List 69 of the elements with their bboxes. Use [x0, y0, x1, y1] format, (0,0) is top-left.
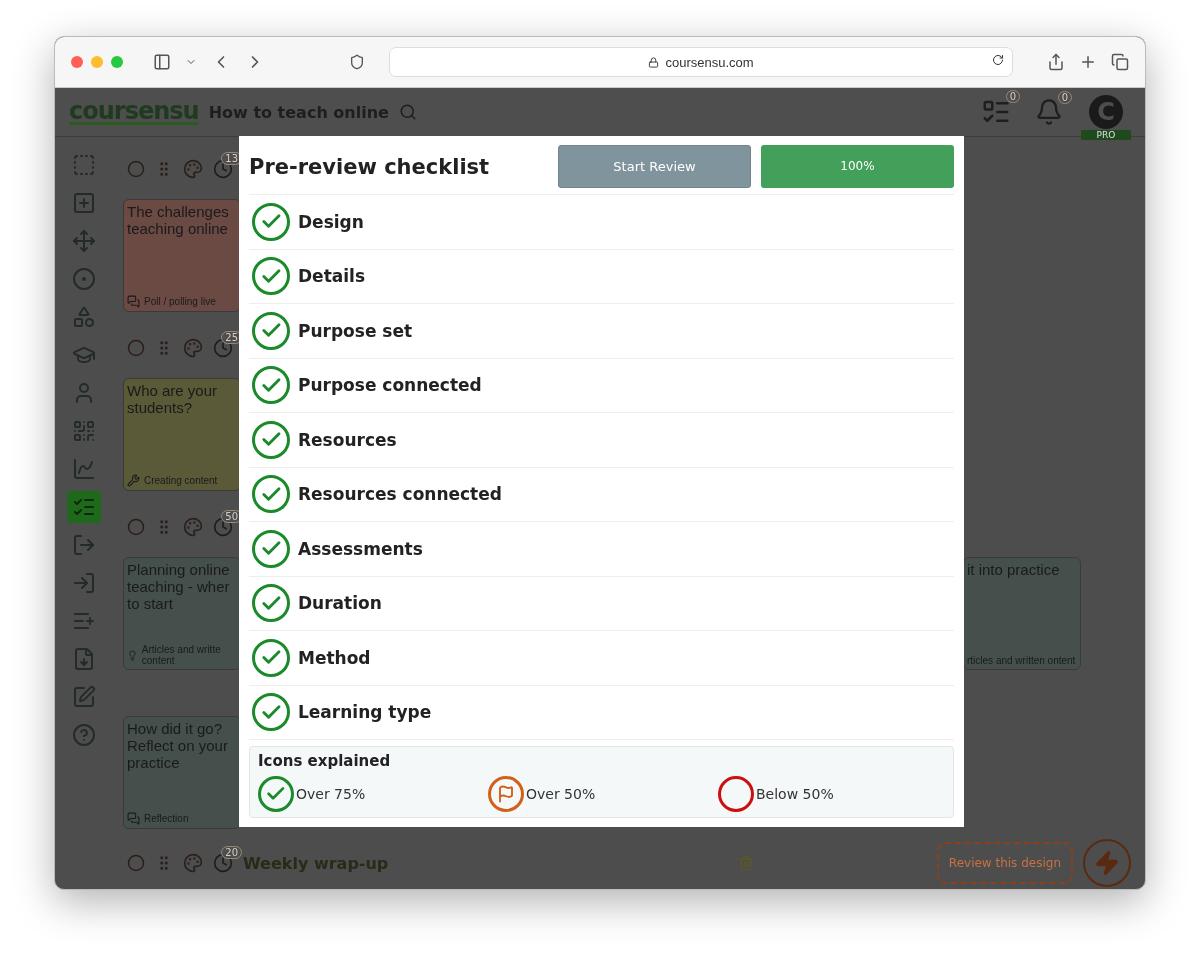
checklist-label: Purpose set — [298, 320, 413, 341]
check-circle-icon — [252, 638, 290, 677]
checklist-label: Learning type — [298, 702, 432, 723]
check-circle-icon — [252, 202, 290, 241]
check-circle-icon — [252, 584, 290, 623]
duration-badge: 20 — [221, 846, 242, 859]
close-button[interactable] — [71, 56, 83, 68]
activity-card[interactable]: Who are your students? Creating content — [123, 378, 241, 491]
radio-icon[interactable] — [127, 339, 145, 357]
share-icon[interactable] — [1047, 53, 1065, 71]
check-circle-icon — [252, 475, 290, 514]
minimize-button[interactable] — [91, 56, 103, 68]
chat-icon — [127, 295, 140, 308]
check-circle-icon — [252, 257, 290, 296]
start-review-button[interactable]: Start Review — [558, 145, 751, 188]
legend-title: Icons explained — [258, 752, 392, 770]
check-circle-icon — [252, 420, 290, 459]
legend-label: Over 50% — [526, 786, 596, 802]
checklist-label: Duration — [298, 593, 382, 614]
palette-icon[interactable] — [183, 159, 203, 179]
flag-circle-icon — [488, 776, 524, 812]
progress-label: 100% — [839, 159, 876, 173]
checklist-label: Method — [298, 647, 371, 668]
check-circle-icon — [252, 311, 290, 350]
checklist-label: Assessments — [298, 538, 423, 559]
wrench-icon — [127, 474, 140, 487]
zoom-button[interactable] — [111, 56, 123, 68]
checklist-label: Resources — [298, 429, 397, 450]
lightning-icon[interactable] — [1094, 850, 1120, 876]
dialog-title: Pre-review checklist — [249, 154, 490, 179]
search-icon[interactable] — [398, 103, 417, 121]
check-circle-icon — [258, 776, 294, 812]
card-category: Creating content — [144, 475, 218, 486]
notification-badge: 0 — [1057, 91, 1072, 104]
reload-icon[interactable] — [992, 54, 1004, 66]
checklist-label: Resources connected — [298, 484, 502, 505]
lightning-button[interactable] — [1083, 839, 1131, 887]
card-title: Who are your students? — [127, 382, 219, 416]
checklist-label: Details — [298, 266, 365, 287]
shield-icon[interactable] — [349, 54, 365, 70]
palette-icon[interactable] — [183, 517, 203, 537]
check-circle-icon — [252, 529, 290, 568]
card-title: The challenges teaching online — [127, 203, 230, 237]
legend-label: Over 75% — [296, 786, 366, 802]
radio-icon[interactable] — [127, 160, 145, 178]
new-tab-icon[interactable] — [1079, 53, 1097, 71]
card-category: Poll / polling live — [144, 296, 216, 307]
bell-icon[interactable] — [1035, 98, 1063, 126]
radio-icon[interactable] — [127, 854, 145, 872]
chat-icon — [127, 812, 140, 825]
legend-label: Below 50% — [756, 786, 834, 802]
review-button[interactable]: Review this design — [936, 842, 1073, 884]
checklist-label: Design — [298, 211, 364, 232]
checklist-label: Purpose connected — [298, 375, 482, 396]
check-circle-icon — [252, 693, 290, 732]
tabs-icon[interactable] — [1111, 53, 1129, 71]
list-badge: 0 — [1005, 90, 1020, 103]
trash-icon[interactable] — [738, 855, 755, 871]
lock-icon — [648, 56, 660, 68]
check-circle-icon — [252, 366, 290, 405]
address-bar[interactable]: coursensu.com — [389, 47, 1013, 77]
lightbulb-icon — [127, 648, 138, 662]
activity-card[interactable]: The challenges teaching online Poll / polling live — [123, 199, 241, 312]
palette-icon[interactable] — [183, 853, 203, 873]
palette-icon[interactable] — [183, 338, 203, 358]
radio-icon[interactable] — [127, 518, 145, 536]
sidebar-icon[interactable] — [153, 53, 171, 71]
empty-circle-icon — [718, 776, 754, 812]
plan-badge: PRO — [1081, 130, 1131, 140]
